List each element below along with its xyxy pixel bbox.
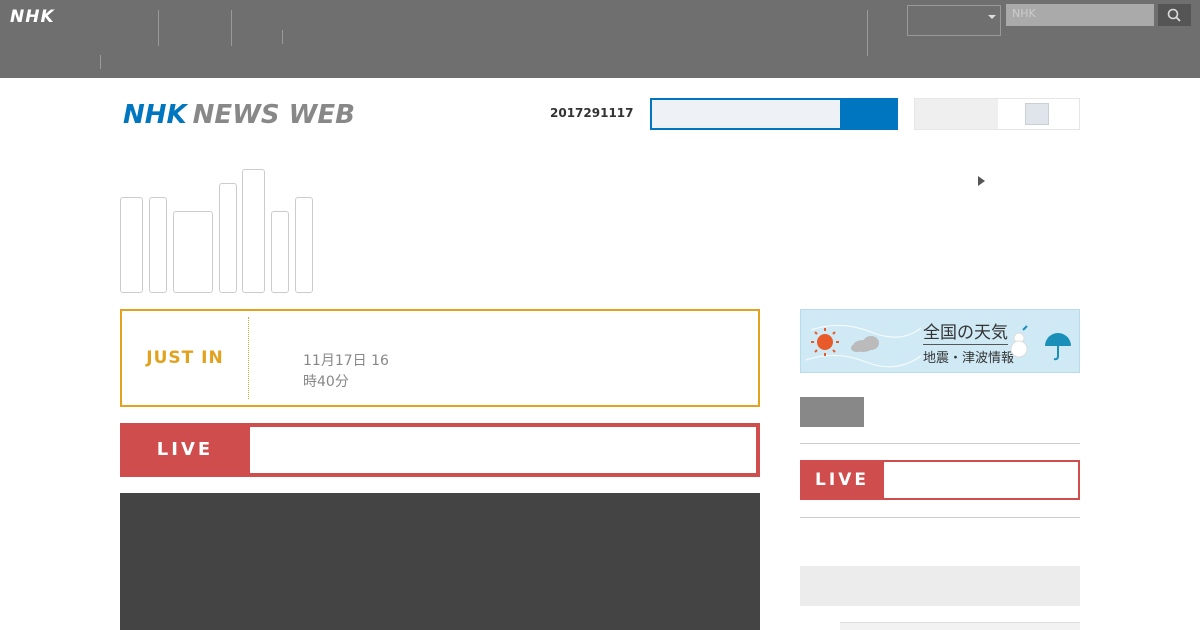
toggle-label bbox=[915, 99, 999, 129]
live-label: LIVE bbox=[815, 470, 869, 490]
video-player[interactable] bbox=[120, 493, 760, 630]
weather-title: 全国の天気 bbox=[923, 318, 1008, 345]
umbrella-icon bbox=[1045, 333, 1071, 361]
display-toggle[interactable] bbox=[914, 98, 1080, 130]
nav-divider bbox=[231, 10, 232, 46]
sun-icon bbox=[811, 328, 839, 356]
toggle-knob bbox=[1025, 103, 1049, 125]
live-side-headline[interactable] bbox=[884, 462, 1078, 498]
global-search-button[interactable] bbox=[1158, 4, 1191, 26]
category-tab[interactable] bbox=[219, 183, 237, 293]
news-search-input[interactable] bbox=[650, 98, 842, 130]
category-tab[interactable] bbox=[295, 197, 313, 293]
nav-divider bbox=[867, 10, 868, 56]
live-banner-side[interactable]: LIVE bbox=[800, 460, 1080, 500]
category-tab[interactable] bbox=[271, 211, 289, 293]
category-tab[interactable] bbox=[242, 169, 265, 293]
global-search-input[interactable]: NHK bbox=[1006, 4, 1154, 26]
nav-divider bbox=[100, 55, 101, 69]
cloud-icon bbox=[851, 336, 879, 352]
nav-divider bbox=[282, 30, 283, 44]
nhk-logo[interactable]: NHK bbox=[10, 7, 55, 27]
global-header: NHK NHK bbox=[0, 0, 1200, 78]
snowman-umbrella-icons bbox=[1010, 325, 1071, 361]
toggle-switch[interactable] bbox=[998, 99, 1079, 129]
weather-icons bbox=[805, 324, 921, 368]
category-tab[interactable] bbox=[149, 197, 167, 293]
just-in-time: 11月17日 16 時40分 bbox=[303, 353, 389, 390]
divider bbox=[800, 443, 1080, 444]
play-arrow-icon bbox=[978, 176, 985, 186]
region-select[interactable] bbox=[907, 5, 1001, 36]
just-in-divider bbox=[248, 317, 249, 399]
just-in-label: JUST IN bbox=[146, 348, 224, 368]
sidebar-gray-button[interactable] bbox=[800, 397, 864, 427]
weather-subtitle: 地震・津波情報 bbox=[923, 351, 1015, 366]
divider bbox=[800, 517, 1080, 518]
live-headline[interactable] bbox=[250, 427, 756, 473]
header-side-link[interactable] bbox=[978, 174, 991, 190]
search-icon bbox=[1167, 8, 1181, 22]
weather-banner[interactable]: 全国の天気 地震・津波情報 bbox=[800, 309, 1080, 373]
live-label: LIVE bbox=[156, 439, 214, 460]
news-web-logo[interactable]: NHK NEWS WEB bbox=[123, 100, 355, 130]
category-tab[interactable] bbox=[120, 197, 143, 293]
news-search-button[interactable] bbox=[841, 98, 898, 130]
date-display: 2017291117 bbox=[550, 106, 634, 120]
snowman-icon bbox=[1010, 332, 1028, 358]
category-tab-active[interactable] bbox=[173, 211, 213, 293]
nav-divider bbox=[158, 10, 159, 46]
live-banner-main[interactable]: LIVE bbox=[120, 423, 760, 477]
sidebar-thumbnail[interactable] bbox=[840, 622, 1080, 630]
just-in-box[interactable]: JUST IN 11月17日 16 時40分 bbox=[120, 309, 760, 407]
sidebar-section-heading bbox=[800, 566, 1080, 606]
